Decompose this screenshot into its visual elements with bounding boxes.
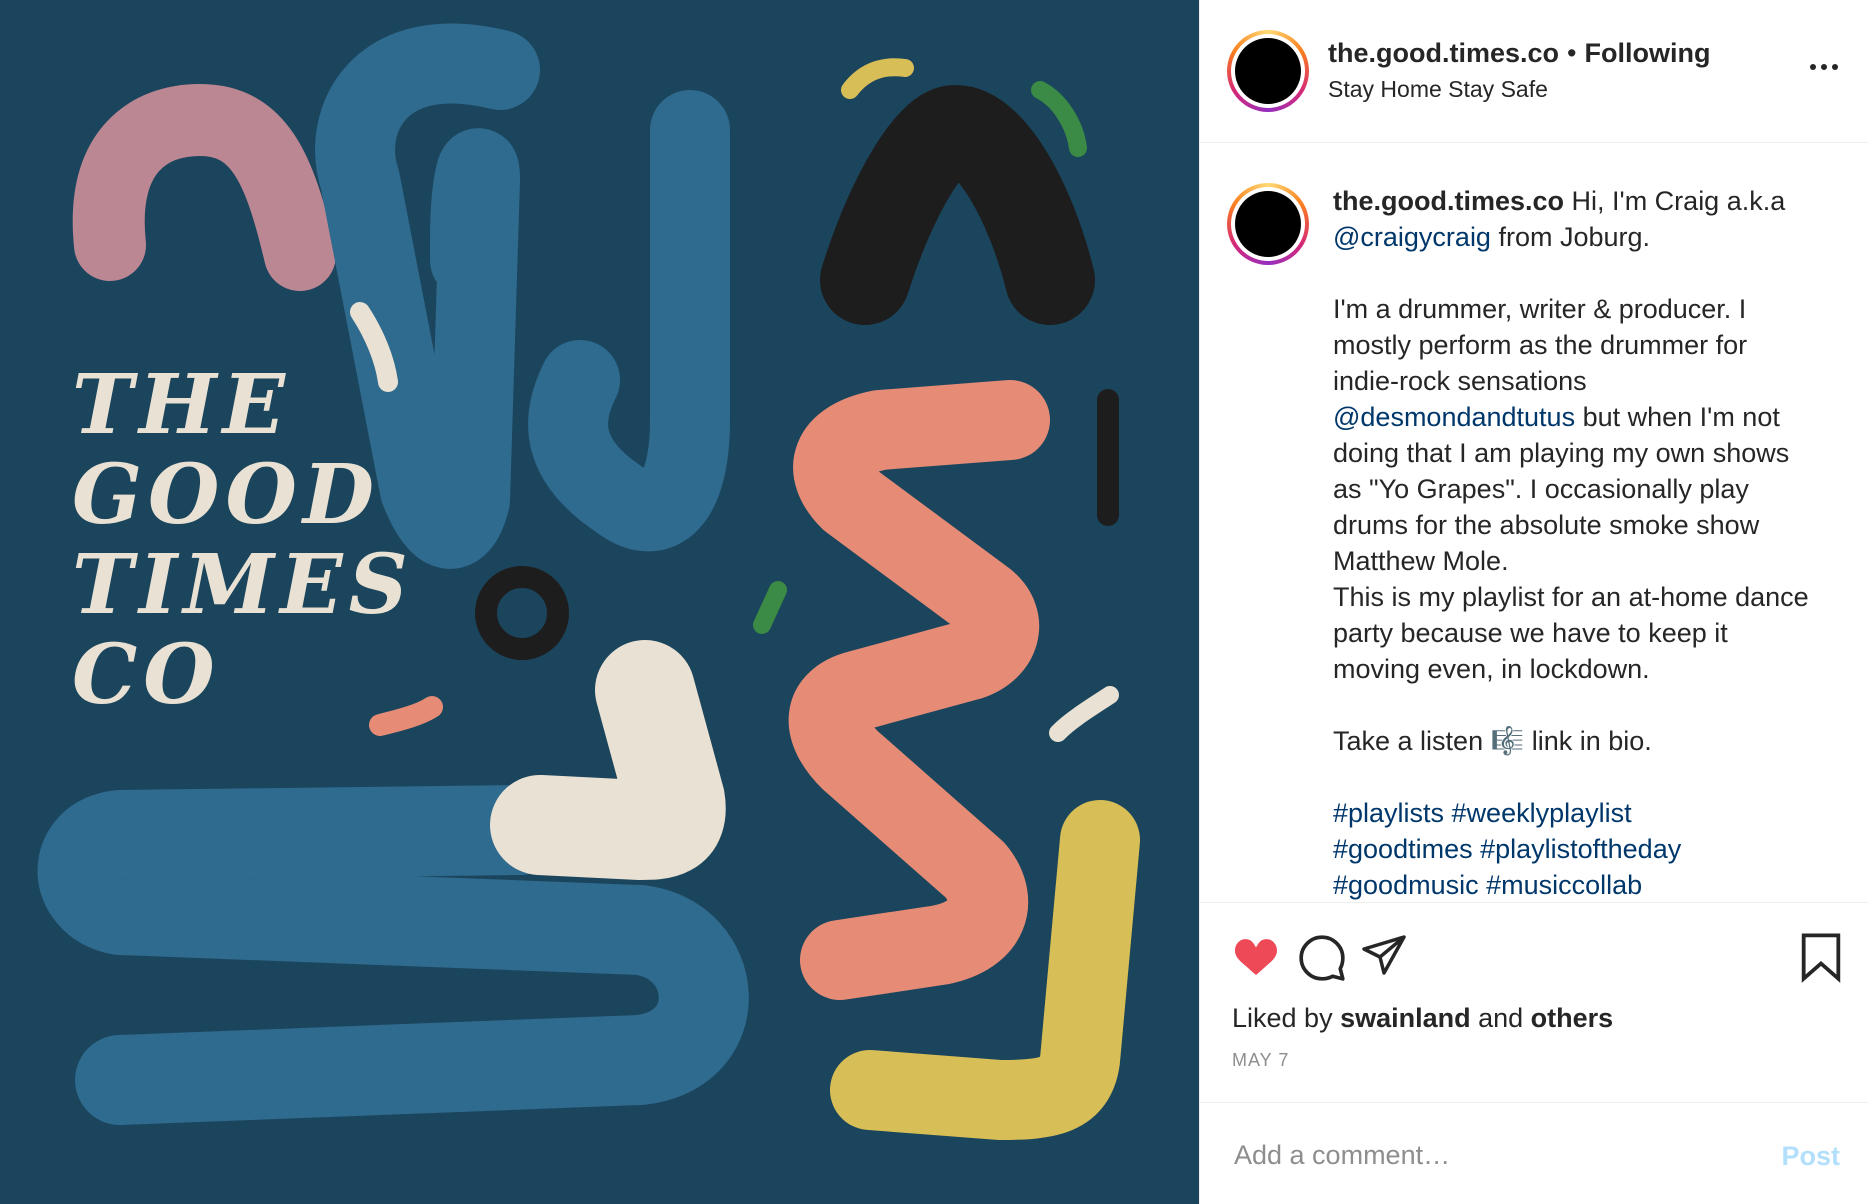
caption-paragraph: I'm a drummer, writer & producer. I most… — [1333, 294, 1748, 396]
header-title: the.good.times.co • Following — [1328, 38, 1710, 69]
more-horizontal-icon[interactable] — [1810, 64, 1838, 70]
hashtag-links[interactable]: #goodtimes #playlistoftheday — [1333, 831, 1843, 867]
caption-intro: Hi, I'm Craig a.k.a — [1564, 186, 1786, 216]
location-link[interactable]: Stay Home Stay Safe — [1328, 76, 1548, 103]
caption-paragraph: This is my playlist for an at-home dance… — [1333, 582, 1809, 684]
caption-paragraph: link in bio. — [1524, 726, 1652, 756]
mention-link[interactable]: @craigycraig — [1333, 222, 1491, 252]
caption-section: the.good.times.co Hi, I'm Craig a.k.a @c… — [1200, 143, 1868, 903]
add-comment-form: Post — [1200, 1103, 1868, 1204]
wordmark-line: GOOD — [72, 447, 380, 543]
avatar[interactable] — [1227, 30, 1309, 112]
username-link[interactable]: the.good.times.co — [1328, 38, 1559, 68]
comment-input[interactable] — [1232, 1139, 1736, 1172]
comment-icon[interactable] — [1296, 933, 1348, 983]
caption-intro-end: from Joburg. — [1490, 222, 1651, 252]
post-sidebar: the.good.times.co • Following Stay Home St… — [1199, 0, 1868, 1204]
wordmark-line: CO — [72, 627, 221, 723]
others-link[interactable]: others — [1531, 1003, 1614, 1033]
avatar[interactable] — [1227, 183, 1309, 265]
likes-summary: Liked by swainland and others — [1232, 1003, 1613, 1034]
post-date[interactable]: MAY 7 — [1232, 1050, 1289, 1071]
action-bar: Liked by swainland and others MAY 7 — [1200, 903, 1868, 1103]
instagram-post: THE GOOD TIMES CO the.good.times.co • Foll… — [0, 0, 1868, 1204]
wordmark-line: THE — [72, 357, 291, 453]
caption-username[interactable]: the.good.times.co — [1333, 186, 1564, 216]
hashtag-links[interactable]: #goodmusic #musiccollab — [1333, 867, 1843, 902]
mention-link[interactable]: @desmondandtutus — [1333, 402, 1575, 432]
bookmark-icon[interactable] — [1798, 931, 1844, 983]
caption-text: the.good.times.co Hi, I'm Craig a.k.a @c… — [1333, 183, 1843, 902]
liker-username-link[interactable]: swainland — [1340, 1003, 1471, 1033]
post-image[interactable]: THE GOOD TIMES CO — [0, 0, 1199, 1204]
paper-plane-icon[interactable] — [1358, 933, 1410, 981]
wordmark-line: TIMES — [72, 537, 414, 633]
post-comment-button[interactable]: Post — [1781, 1141, 1840, 1172]
liked-by-prefix: Liked by — [1232, 1003, 1341, 1033]
separator-dot: • — [1567, 38, 1577, 68]
heart-filled-icon[interactable] — [1230, 933, 1282, 981]
caption-paragraph: Take a listen — [1333, 726, 1491, 756]
hashtag-links[interactable]: #playlists #weeklyplaylist — [1333, 795, 1843, 831]
music-emoji-icon: 🎼 — [1490, 726, 1525, 756]
brand-wordmark: THE GOOD TIMES CO — [72, 360, 414, 720]
liked-by-and: and — [1470, 1003, 1531, 1033]
post-header: the.good.times.co • Following Stay Home St… — [1200, 0, 1868, 143]
following-button[interactable]: Following — [1584, 38, 1710, 68]
